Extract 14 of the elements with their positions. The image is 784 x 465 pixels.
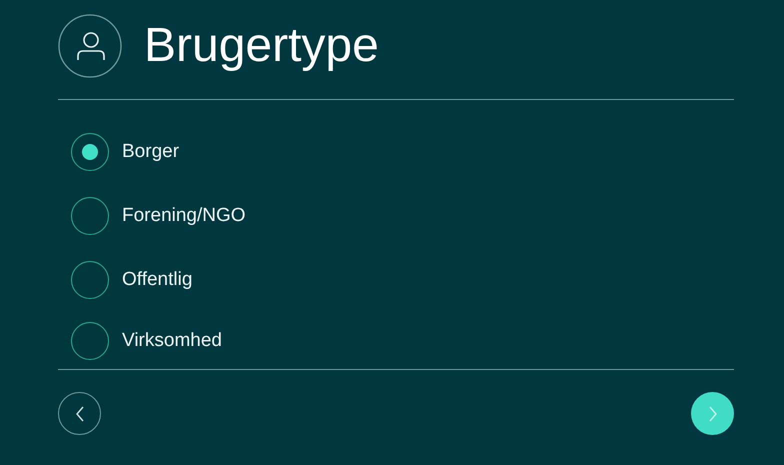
radio-button[interactable] bbox=[71, 133, 109, 171]
radio-option[interactable]: Borger bbox=[58, 120, 734, 184]
page-title: Brugertype bbox=[144, 18, 379, 74]
radio-option[interactable]: Offentlig bbox=[58, 248, 734, 312]
back-button[interactable] bbox=[58, 392, 101, 435]
user-icon bbox=[58, 14, 122, 78]
chevron-right-icon bbox=[706, 404, 718, 422]
radio-button[interactable] bbox=[71, 197, 109, 235]
next-button[interactable] bbox=[691, 392, 734, 435]
radio-button[interactable] bbox=[71, 322, 109, 360]
radio-option[interactable]: Virksomhed bbox=[58, 312, 734, 369]
radio-button[interactable] bbox=[71, 261, 109, 299]
radio-option[interactable]: Forening/NGO bbox=[58, 184, 734, 248]
chevron-left-icon bbox=[74, 404, 86, 422]
